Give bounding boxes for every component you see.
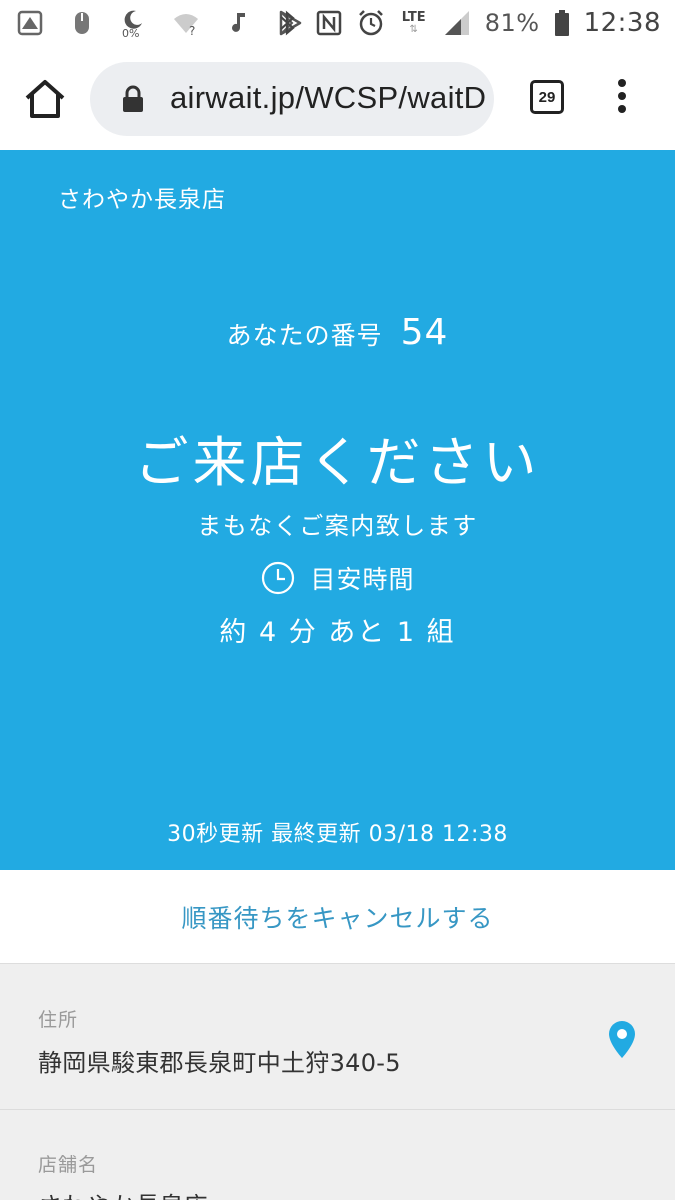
status-bar-left: 0% ? (16, 6, 304, 40)
store-section: 店舗名 さわやか長泉店 (0, 1110, 675, 1200)
moon-icon: 0% (120, 9, 148, 40)
music-note-icon (224, 9, 252, 37)
wait-status-panel: さわやか長泉店 あなたの番号 54 ご来店ください まもなくご案内致します 目安… (0, 150, 675, 870)
cancel-button[interactable]: 順番待ちをキャンセルする (181, 899, 493, 935)
gallery-icon (16, 9, 44, 37)
map-pin-icon[interactable] (607, 1020, 637, 1060)
your-number-label: あなたの番号 (226, 321, 383, 350)
your-number-value: 54 (400, 312, 449, 353)
nfc-icon (315, 9, 343, 37)
clock-icon (262, 561, 295, 595)
home-icon (25, 80, 65, 118)
store-name: さわやか長泉店 (58, 187, 226, 213)
estimate-row: 目安時間 (0, 560, 675, 596)
battery-percent: 81% (484, 9, 540, 37)
cancel-row: 順番待ちをキャンセルする (0, 870, 675, 964)
menu-dot-icon (618, 105, 626, 113)
svg-text:?: ? (189, 24, 195, 37)
overflow-menu-button[interactable] (608, 76, 636, 116)
wifi-question-icon: ? (172, 9, 200, 37)
battery-icon (554, 9, 570, 37)
lte-icon: LTE ⇅ (401, 10, 426, 35)
store-value: さわやか長泉店 (38, 1186, 208, 1200)
alarm-icon (357, 9, 385, 37)
status-subline: まもなくご案内致します (197, 512, 478, 540)
mouse-icon (68, 9, 96, 37)
bluetooth-icon (273, 9, 301, 37)
url-bar[interactable]: airwait.jp/WCSP/waitD (90, 62, 494, 136)
update-info: 30秒更新 最終更新 03/18 12:38 (167, 822, 508, 847)
menu-dot-icon (618, 92, 626, 100)
address-label: 住所 (38, 1009, 79, 1031)
status-bar: 0% ? LTE ⇅ 81% 12:38 (0, 0, 675, 46)
estimate-label: 目安時間 (310, 565, 415, 594)
status-clock: 12:38 (583, 8, 661, 38)
status-headline: ご来店ください (134, 431, 541, 494)
url-text: airwait.jp/WCSP/waitD (170, 80, 487, 115)
browser-toolbar: airwait.jp/WCSP/waitD 29 (0, 46, 675, 150)
data-saver-label: 0% (122, 27, 140, 40)
address-value: 静岡県駿東郡長泉町中土狩340-5 (38, 1049, 401, 1077)
address-section: 住所 静岡県駿東郡長泉町中土狩340-5 (0, 965, 675, 1110)
tab-switcher-button[interactable]: 29 (530, 80, 564, 114)
lock-icon (123, 85, 143, 112)
lte-label: LTE (401, 10, 426, 25)
wait-info: 約 4 分 あと 1 組 (219, 617, 456, 648)
status-bar-right: LTE ⇅ 81% 12:38 (273, 6, 661, 40)
menu-dot-icon (618, 79, 626, 87)
signal-icon (443, 9, 471, 37)
your-number-row: あなたの番号 54 (0, 312, 675, 353)
home-button[interactable] (22, 76, 68, 122)
store-label: 店舗名 (38, 1154, 99, 1176)
